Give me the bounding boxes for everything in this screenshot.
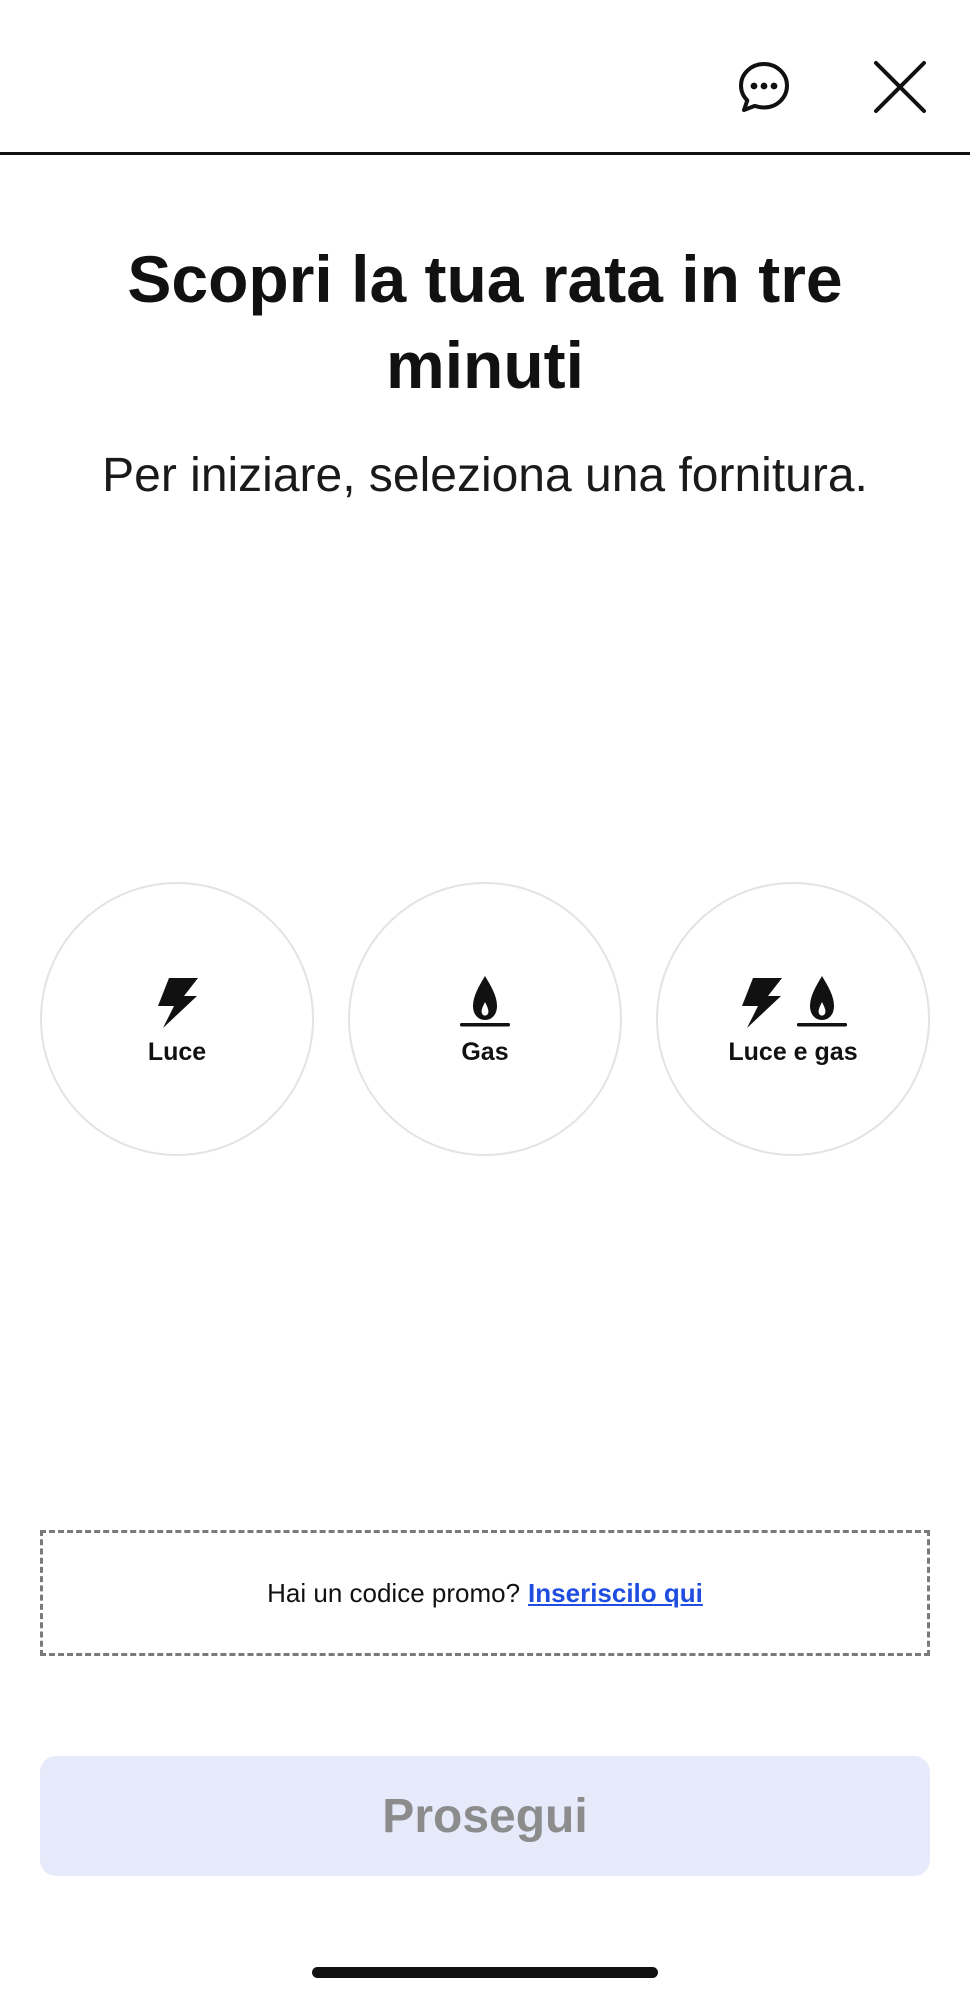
promo-text: Hai un codice promo? bbox=[267, 1577, 521, 1608]
promo-link[interactable]: Inseriscilo qui bbox=[528, 1578, 703, 1609]
option-luce-e-gas[interactable]: Luce e gas bbox=[656, 882, 930, 1156]
flame-icon bbox=[460, 975, 510, 1026]
option-luce-e-gas-label: Luce e gas bbox=[728, 1037, 858, 1066]
supply-options: Luce Gas Luce e gas bbox=[0, 882, 970, 1156]
option-luce-label: Luce bbox=[147, 1037, 207, 1066]
top-bar bbox=[0, 0, 970, 155]
option-gas-label: Gas bbox=[461, 1037, 509, 1066]
page-subtitle: Per iniziare, seleziona una fornitura. bbox=[102, 449, 868, 502]
promo-code-box: Hai un codice promo? Inseriscilo qui bbox=[40, 1530, 930, 1656]
home-indicator bbox=[312, 1967, 658, 1978]
option-gas[interactable]: Gas bbox=[348, 882, 622, 1156]
close-x-icon bbox=[874, 61, 926, 113]
continue-button[interactable]: Prosegui bbox=[40, 1756, 930, 1876]
lightning-icon bbox=[742, 977, 782, 1028]
close-button[interactable] bbox=[868, 55, 932, 119]
chat-bubble-dots-icon bbox=[739, 62, 789, 112]
option-luce[interactable]: Luce bbox=[40, 882, 314, 1156]
lightning-icon bbox=[158, 977, 198, 1028]
chat-button[interactable] bbox=[732, 55, 796, 119]
page-title: Scopri la tua rata in tre minuti bbox=[127, 242, 843, 402]
flame-icon bbox=[797, 975, 847, 1026]
